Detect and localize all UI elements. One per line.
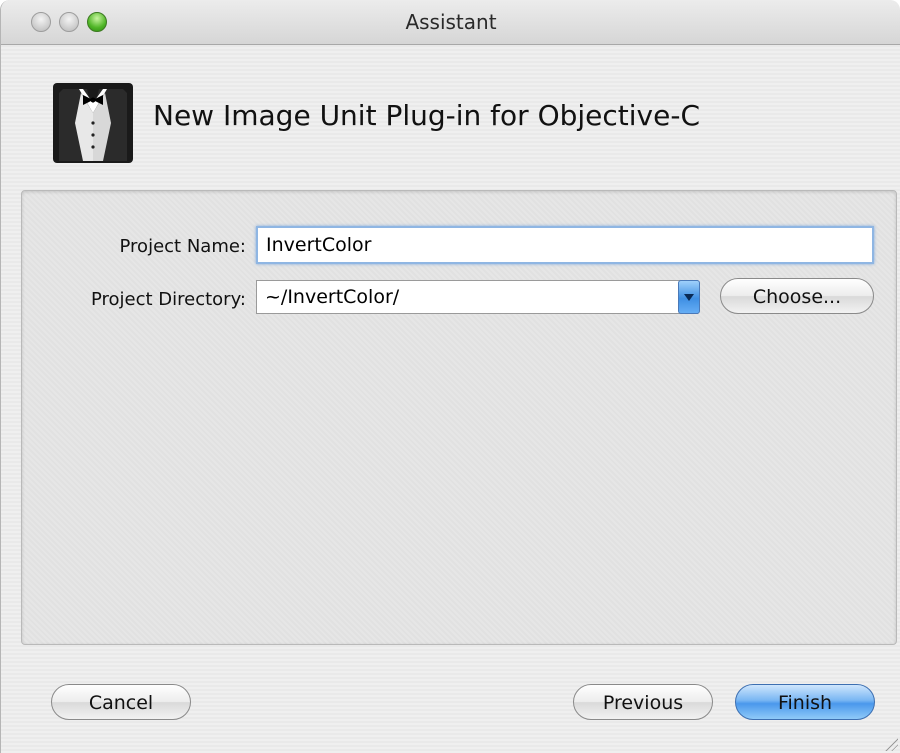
chevron-down-icon[interactable] [678,280,700,314]
tuxedo-icon [53,83,133,163]
choose-button[interactable]: Choose... [720,278,874,314]
assistant-window: Assistant New Image Unit Plug-in for Obj… [0,0,900,753]
page-title: New Image Unit Plug-in for Objective-C [153,99,700,132]
cancel-button[interactable]: Cancel [51,684,191,720]
options-panel: Project Name: Project Directory: ~/Inver… [21,190,897,645]
resize-grip-icon[interactable] [884,737,898,751]
project-name-input[interactable] [256,226,874,264]
title-bar[interactable]: Assistant [1,0,900,45]
window-title: Assistant [405,10,497,34]
project-directory-combo[interactable]: ~/InvertColor/ [256,280,698,314]
project-name-label: Project Name: [119,236,246,257]
finish-button[interactable]: Finish [735,684,875,720]
project-directory-label: Project Directory: [90,289,246,310]
project-directory-value: ~/InvertColor/ [265,286,400,308]
previous-button[interactable]: Previous [573,684,713,720]
assistant-header: New Image Unit Plug-in for Objective-C [1,45,900,185]
